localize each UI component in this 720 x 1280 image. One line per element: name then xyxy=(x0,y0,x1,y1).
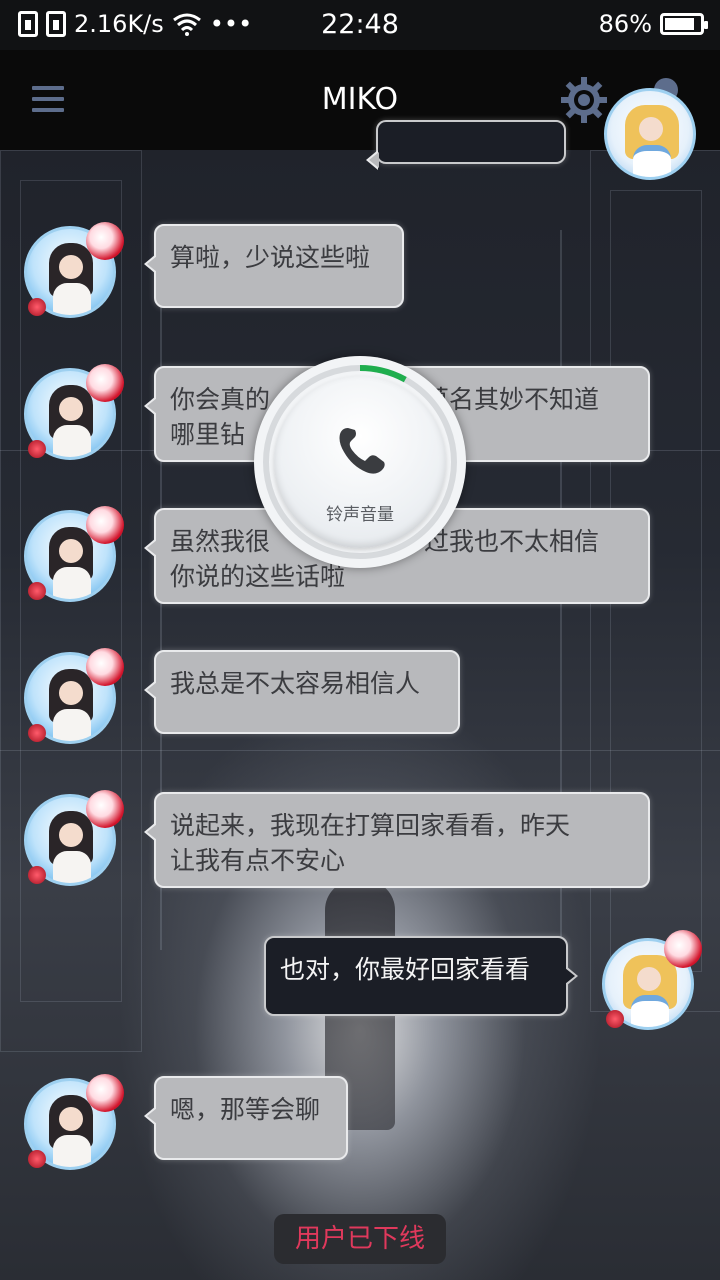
avatar-decoration xyxy=(28,582,46,600)
avatar-decoration xyxy=(86,506,124,544)
status-bar: 2.16K/s ••• 22:48 86% xyxy=(0,0,720,50)
battery-percent: 86% xyxy=(598,10,652,38)
message-text-fragment: 虽然我很 xyxy=(170,527,271,556)
message-bubble-self[interactable]: 也对，你最好回家看看 xyxy=(264,936,578,1016)
message-text-line: 说起来，我现在打算回家看看，昨天 xyxy=(170,811,571,840)
volume-knob[interactable]: 铃声音量 xyxy=(274,376,446,548)
offline-toast: 用户已下线 xyxy=(274,1214,446,1264)
phone-icon xyxy=(339,428,385,474)
message-bubble-partial xyxy=(366,120,566,170)
message-text: 算啦，少说这些啦 xyxy=(170,243,371,272)
message-text: 我总是不太容易相信人 xyxy=(170,669,421,698)
message-text-line: 你说的这些话啦 xyxy=(170,559,634,594)
volume-label: 铃声音量 xyxy=(326,505,394,525)
ringtone-volume-dialog[interactable]: 铃声音量 xyxy=(254,356,466,568)
avatar-decoration xyxy=(28,298,46,316)
avatar-decoration xyxy=(28,866,46,884)
avatar-decoration xyxy=(664,930,702,968)
avatar-decoration xyxy=(86,1074,124,1112)
message-text: 嗯，那等会聊 xyxy=(170,1095,321,1124)
message-bubble[interactable]: 嗯，那等会聊 xyxy=(144,1076,348,1160)
message-text-fragment: 过我也不太相信 xyxy=(424,527,600,556)
avatar-decoration xyxy=(28,724,46,742)
avatar-self-partial xyxy=(604,88,696,180)
message-text-fragment: 你说的这些话啦 xyxy=(170,562,346,591)
avatar-decoration xyxy=(28,1150,46,1168)
avatar-decoration xyxy=(86,364,124,402)
message-text-fragment: 哪里钻 xyxy=(170,420,246,449)
gear-icon[interactable] xyxy=(560,76,608,124)
avatar-decoration xyxy=(86,222,124,260)
avatar-decoration xyxy=(28,440,46,458)
message-bubble[interactable]: 我总是不太容易相信人 xyxy=(144,650,460,734)
avatar-decoration xyxy=(86,648,124,686)
avatar-decoration xyxy=(86,790,124,828)
message-bubble[interactable]: 说起来，我现在打算回家看看，昨天 让我有点不安心 xyxy=(144,792,650,888)
battery-icon xyxy=(660,13,708,35)
message-text: 也对，你最好回家看看 xyxy=(280,955,531,984)
message-bubble[interactable]: 算啦，少说这些啦 xyxy=(144,224,404,308)
message-text-fragment: 你会真的 xyxy=(170,385,271,414)
message-text-line: 让我有点不安心 xyxy=(170,846,346,875)
avatar-decoration xyxy=(606,1010,624,1028)
